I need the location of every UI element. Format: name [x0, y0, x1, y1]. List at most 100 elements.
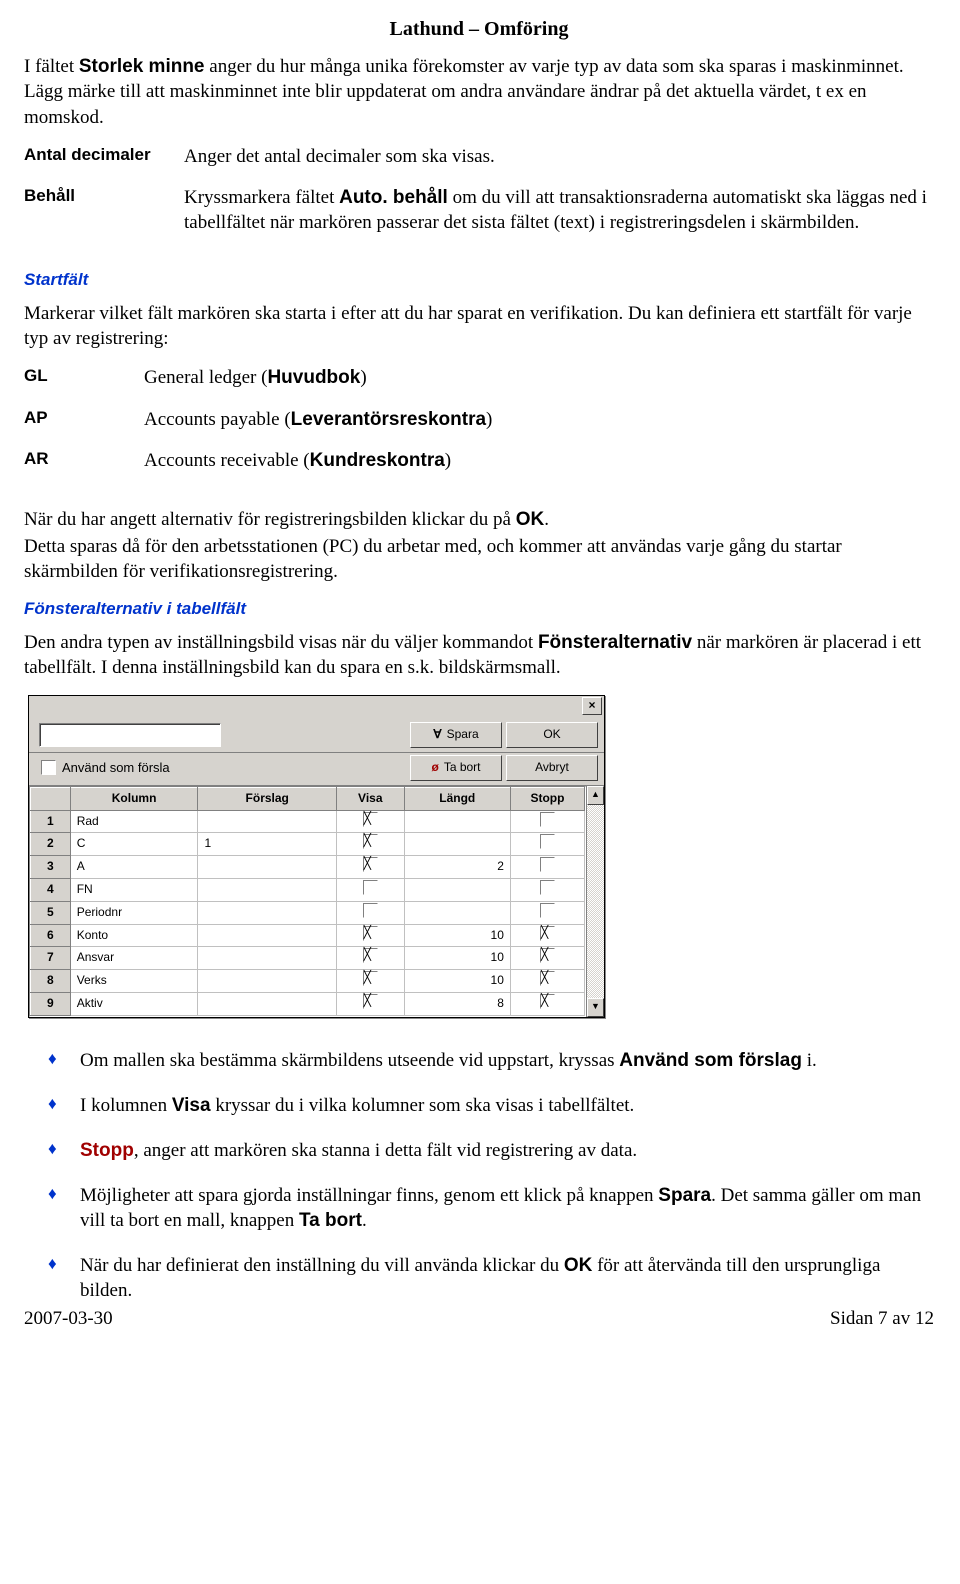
cell-langd[interactable] [404, 810, 510, 833]
cell-kolumn[interactable]: Verks [70, 970, 198, 993]
b3b: , anger att markören ska stanna i detta … [134, 1140, 637, 1161]
cell-langd[interactable]: 8 [404, 993, 510, 1016]
table-row[interactable]: 8Verks10 [31, 970, 585, 993]
columns-grid[interactable]: KolumnFörslagVisaLängdStopp 1Rad2C13A24F… [29, 786, 586, 1017]
checkbox-icon[interactable] [540, 971, 555, 986]
cell-kolumn[interactable]: Ansvar [70, 947, 198, 970]
cell-forslag[interactable] [198, 924, 337, 947]
b5a: När du har definierat den inställning du… [80, 1255, 564, 1276]
table-row[interactable]: 4FN [31, 879, 585, 902]
cell-stopp[interactable] [510, 856, 584, 879]
cell-forslag[interactable] [198, 947, 337, 970]
delete-button[interactable]: øTa bort [410, 755, 502, 781]
f1b: Fönsteralternativ [538, 632, 692, 653]
checkbox-icon[interactable] [540, 834, 555, 849]
cell-kolumn[interactable]: Periodnr [70, 901, 198, 924]
cell-forslag[interactable] [198, 810, 337, 833]
b3a: Stopp [80, 1140, 134, 1161]
cell-forslag[interactable] [198, 993, 337, 1016]
cell-visa[interactable] [336, 833, 404, 856]
checkbox-icon[interactable] [540, 857, 555, 872]
startfalt-paragraph: Markerar vilket fält markören ska starta… [24, 301, 934, 351]
cell-forslag[interactable] [198, 879, 337, 902]
checkbox-icon[interactable] [540, 948, 555, 963]
row-number: 7 [31, 947, 71, 970]
ok-button[interactable]: OK [506, 722, 598, 748]
save-button[interactable]: ∀Spara [410, 722, 502, 748]
cell-visa[interactable] [336, 947, 404, 970]
checkbox-icon[interactable] [363, 903, 378, 918]
checkbox-icon[interactable] [540, 903, 555, 918]
cell-visa[interactable] [336, 924, 404, 947]
cell-stopp[interactable] [510, 947, 584, 970]
cell-visa[interactable] [336, 856, 404, 879]
checkbox-icon[interactable] [363, 857, 378, 872]
def-val-antal: Anger det antal decimaler som ska visas. [184, 144, 934, 185]
cell-kolumn[interactable]: A [70, 856, 198, 879]
cell-langd[interactable]: 10 [404, 970, 510, 993]
page-footer: 2007-03-30 Sidan 7 av 12 [24, 1306, 934, 1331]
checkbox-icon[interactable] [363, 994, 378, 1009]
cell-kolumn[interactable]: Aktiv [70, 993, 198, 1016]
table-row[interactable]: 5Periodnr [31, 901, 585, 924]
cell-visa[interactable] [336, 970, 404, 993]
table-row[interactable]: 2C1 [31, 833, 585, 856]
heading-startfalt: Startfält [24, 269, 934, 291]
cell-forslag[interactable] [198, 856, 337, 879]
bullet-4: Möjligheter att spara gjorda inställning… [48, 1183, 934, 1233]
cell-visa[interactable] [336, 879, 404, 902]
cell-stopp[interactable] [510, 833, 584, 856]
b4a: Möjligheter att spara gjorda inställning… [80, 1185, 658, 1206]
cell-forslag[interactable]: 1 [198, 833, 337, 856]
def-val-ap: Accounts payable (Leverantörsreskontra) [144, 407, 934, 448]
row-number: 1 [31, 810, 71, 833]
cell-langd[interactable] [404, 901, 510, 924]
cell-stopp[interactable] [510, 810, 584, 833]
checkbox-icon[interactable] [363, 926, 378, 941]
checkbox-icon[interactable] [363, 834, 378, 849]
checkbox-icon[interactable] [363, 880, 378, 895]
grid-header: Visa [336, 787, 404, 810]
cell-langd[interactable]: 10 [404, 947, 510, 970]
scroll-down-icon[interactable]: ▼ [587, 998, 604, 1017]
close-icon[interactable]: × [582, 697, 602, 715]
cell-langd[interactable]: 10 [404, 924, 510, 947]
cell-langd[interactable] [404, 833, 510, 856]
checkbox-icon[interactable] [540, 994, 555, 1009]
scroll-up-icon[interactable]: ▲ [587, 786, 604, 805]
cell-visa[interactable] [336, 993, 404, 1016]
cell-kolumn[interactable]: Konto [70, 924, 198, 947]
table-row[interactable]: 3A2 [31, 856, 585, 879]
cell-stopp[interactable] [510, 879, 584, 902]
cell-langd[interactable] [404, 879, 510, 902]
checkbox-icon[interactable] [540, 812, 555, 827]
cell-stopp[interactable] [510, 993, 584, 1016]
cell-forslag[interactable] [198, 970, 337, 993]
cell-stopp[interactable] [510, 970, 584, 993]
checkbox-icon[interactable] [540, 880, 555, 895]
table-row[interactable]: 6Konto10 [31, 924, 585, 947]
def-term-gl: GL [24, 365, 144, 406]
cell-kolumn[interactable]: C [70, 833, 198, 856]
cancel-button[interactable]: Avbryt [506, 755, 598, 781]
cell-stopp[interactable] [510, 901, 584, 924]
cell-forslag[interactable] [198, 901, 337, 924]
checkbox-icon[interactable] [540, 926, 555, 941]
cell-visa[interactable] [336, 901, 404, 924]
checkbox-icon[interactable] [363, 971, 378, 986]
table-row[interactable]: 1Rad [31, 810, 585, 833]
cell-kolumn[interactable]: Rad [70, 810, 198, 833]
use-as-default-checkbox[interactable] [41, 760, 56, 775]
table-row[interactable]: 7Ansvar 10 [31, 947, 585, 970]
grid-scrollbar[interactable]: ▲ ▼ [586, 786, 604, 1017]
template-name-input[interactable] [39, 723, 221, 747]
cell-visa[interactable] [336, 810, 404, 833]
checkbox-icon[interactable] [363, 948, 378, 963]
cell-langd[interactable]: 2 [404, 856, 510, 879]
checkbox-icon[interactable] [363, 812, 378, 827]
cell-kolumn[interactable]: FN [70, 879, 198, 902]
table-row[interactable]: 9Aktiv8 [31, 993, 585, 1016]
p2b: OK [516, 509, 545, 530]
grid-header: Längd [404, 787, 510, 810]
cell-stopp[interactable] [510, 924, 584, 947]
